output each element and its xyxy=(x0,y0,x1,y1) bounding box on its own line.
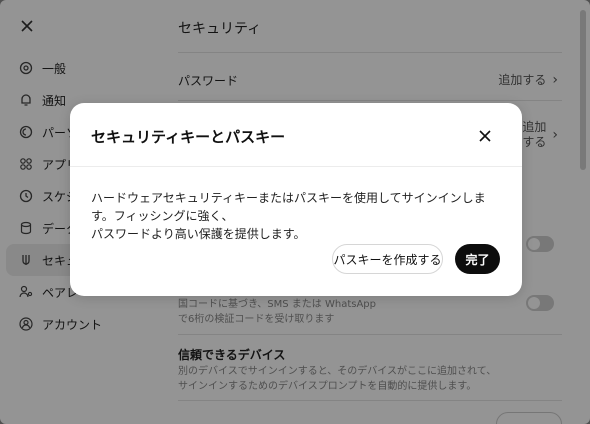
create-passkey-button[interactable]: パスキーを作成する xyxy=(332,244,443,274)
done-button[interactable]: 完了 xyxy=(455,244,500,274)
passkey-dialog: セキュリティキーとパスキー ハードウェアセキュリティキーまたはパスキーを使用して… xyxy=(70,103,522,296)
dialog-divider xyxy=(70,166,522,167)
dialog-description: ハードウェアセキュリティキーまたはパスキーを使用してサインインします。フィッシン… xyxy=(91,189,506,243)
dialog-description-line2: パスワードより高い保護を提供します。 xyxy=(91,227,306,241)
dialog-title: セキュリティキーとパスキー xyxy=(91,128,286,146)
close-dialog-icon[interactable] xyxy=(474,125,496,147)
dialog-description-line1: ハードウェアセキュリティキーまたはパスキーを使用してサインインします。フィッシン… xyxy=(91,191,486,223)
